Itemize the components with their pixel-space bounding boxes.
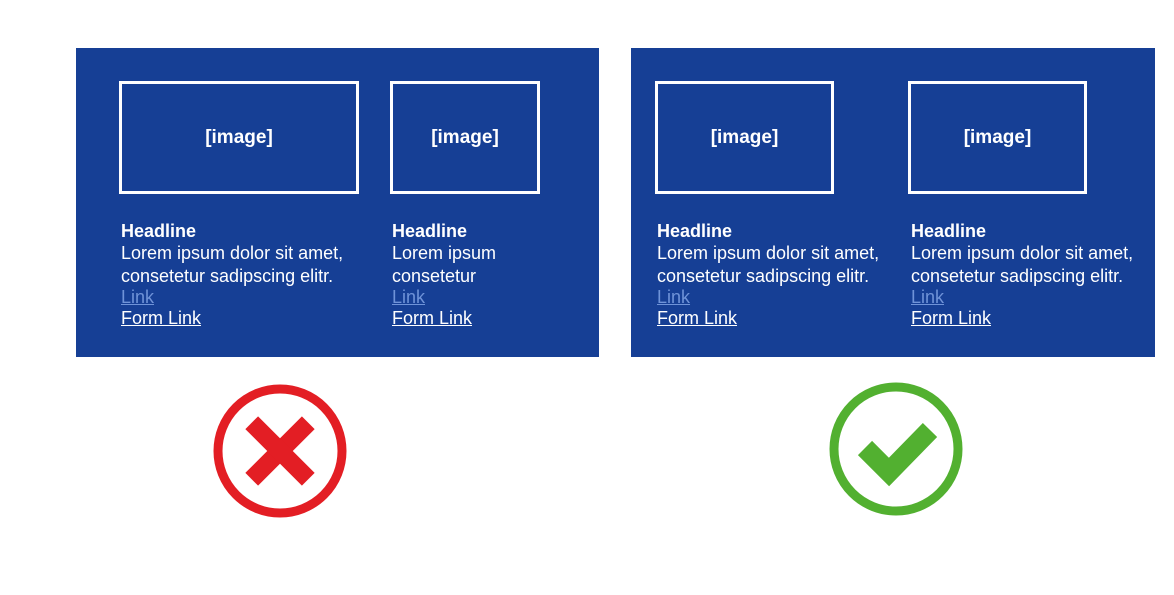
card-headline: Headline bbox=[121, 221, 197, 241]
check-circle bbox=[829, 382, 963, 516]
card-body: Lorem ipsum dolor sit amet, consetetur s… bbox=[911, 243, 1134, 286]
form-link[interactable]: Form Link bbox=[911, 306, 1151, 330]
card-headline: Headline bbox=[911, 221, 987, 241]
card-text: Headline Lorem ipsum dolor sit amet, con… bbox=[657, 220, 897, 330]
cross-icon bbox=[213, 384, 347, 518]
check-mark bbox=[857, 423, 938, 487]
wrong-example-panel: [image] Headline Lorem ipsum dolor sit a… bbox=[76, 48, 599, 357]
image-placeholder: [image] bbox=[390, 81, 540, 194]
card-link[interactable]: Link bbox=[392, 288, 542, 306]
checkmark-icon bbox=[829, 382, 963, 516]
card-headline: Headline bbox=[657, 221, 733, 241]
card-text: Headline Lorem ipsum dolor sit amet, con… bbox=[121, 220, 371, 330]
card-link[interactable]: Link bbox=[657, 288, 897, 306]
form-link[interactable]: Form Link bbox=[121, 306, 371, 330]
card-body: Lorem ipsum dolor sit amet, consetetur s… bbox=[657, 243, 880, 286]
image-placeholder: [image] bbox=[908, 81, 1087, 194]
form-link[interactable]: Form Link bbox=[657, 306, 897, 330]
card-link[interactable]: Link bbox=[121, 288, 371, 306]
card-text: Headline Lorem ipsum dolor sit amet, con… bbox=[911, 220, 1151, 330]
card-headline: Headline bbox=[392, 221, 468, 241]
card-link[interactable]: Link bbox=[911, 288, 1151, 306]
card-body: Lorem ipsum consetetur bbox=[392, 243, 497, 286]
form-link[interactable]: Form Link bbox=[392, 306, 542, 330]
image-placeholder: [image] bbox=[119, 81, 359, 194]
card-body: Lorem ipsum dolor sit amet, consetetur s… bbox=[121, 243, 344, 286]
card-text: Headline Lorem ipsum consetetur Link For… bbox=[392, 220, 542, 330]
right-example-panel: [image] Headline Lorem ipsum dolor sit a… bbox=[631, 48, 1155, 357]
image-placeholder: [image] bbox=[655, 81, 834, 194]
cross-mark bbox=[245, 416, 315, 486]
